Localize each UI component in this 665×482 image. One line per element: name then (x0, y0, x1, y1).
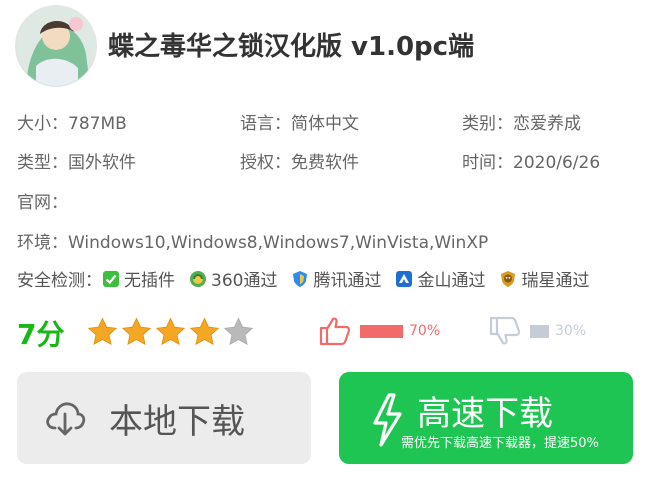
fast-download-label: 高速下载 (417, 394, 553, 434)
fast-download-subtitle: 需优先下载高速下载器，提速50% (401, 436, 599, 451)
check-icon (103, 270, 119, 287)
info-size: 大小：787MB (17, 114, 127, 134)
cloud-download-icon (46, 402, 86, 436)
safety-item-rising: 瑞星通过 (499, 266, 589, 291)
info-language: 语言：简体中文 (240, 114, 359, 134)
vote-up-percent: 70% (409, 323, 441, 339)
rating-score: 7分 (17, 318, 65, 351)
vote-up-bar (360, 324, 403, 338)
safety-item-noplugin: 无插件 (102, 266, 175, 291)
star-filled-icon (121, 317, 152, 346)
safety-row: 安全检测： 无插件 360通过 腾讯通过 金山通过 瑞星通过 (17, 266, 603, 291)
vote-down-percent: 30% (555, 323, 587, 339)
kingsoft-icon (396, 270, 413, 287)
info-website: 官网： (17, 193, 68, 213)
safety-item-360: 360通过 (189, 266, 277, 291)
app-avatar (15, 5, 97, 87)
vote-up[interactable]: 70% (318, 316, 440, 346)
star-filled-icon (189, 317, 220, 346)
info-date: 时间：2020/6/26 (462, 153, 601, 173)
info-type: 类型：国外软件 (17, 153, 136, 173)
fast-download-button[interactable]: 高速下载 需优先下载高速下载器，提速50% (339, 372, 633, 464)
local-download-button[interactable]: 本地下载 (17, 372, 311, 464)
local-download-label: 本地下载 (109, 401, 245, 442)
safety-label: 安全检测： (17, 271, 102, 291)
safety-item-tencent: 腾讯通过 (291, 266, 381, 291)
360-icon (190, 270, 206, 287)
vote-down[interactable]: 30% (488, 316, 586, 346)
lightning-icon (373, 393, 402, 447)
app-cover-image (16, 6, 96, 86)
vote-down-bar (530, 324, 549, 338)
thumbs-up-icon (319, 317, 351, 346)
info-category: 类别：恋爱养成 (462, 114, 581, 134)
star-filled-icon (155, 317, 186, 346)
thumbs-down-icon (489, 316, 521, 345)
star-empty-icon (223, 317, 254, 346)
info-environment: 环境：Windows10,Windows8,Windows7,WinVista,… (17, 233, 489, 253)
app-title: 蝶之毒华之锁汉化版 v1.0pc端 (108, 32, 475, 62)
rising-lion-icon (501, 270, 516, 287)
rating-stars (86, 316, 256, 348)
star-filled-icon (87, 317, 118, 346)
tencent-shield-icon (293, 270, 308, 287)
safety-item-kingsoft: 金山通过 (395, 266, 485, 291)
info-license: 授权：免费软件 (240, 153, 359, 173)
